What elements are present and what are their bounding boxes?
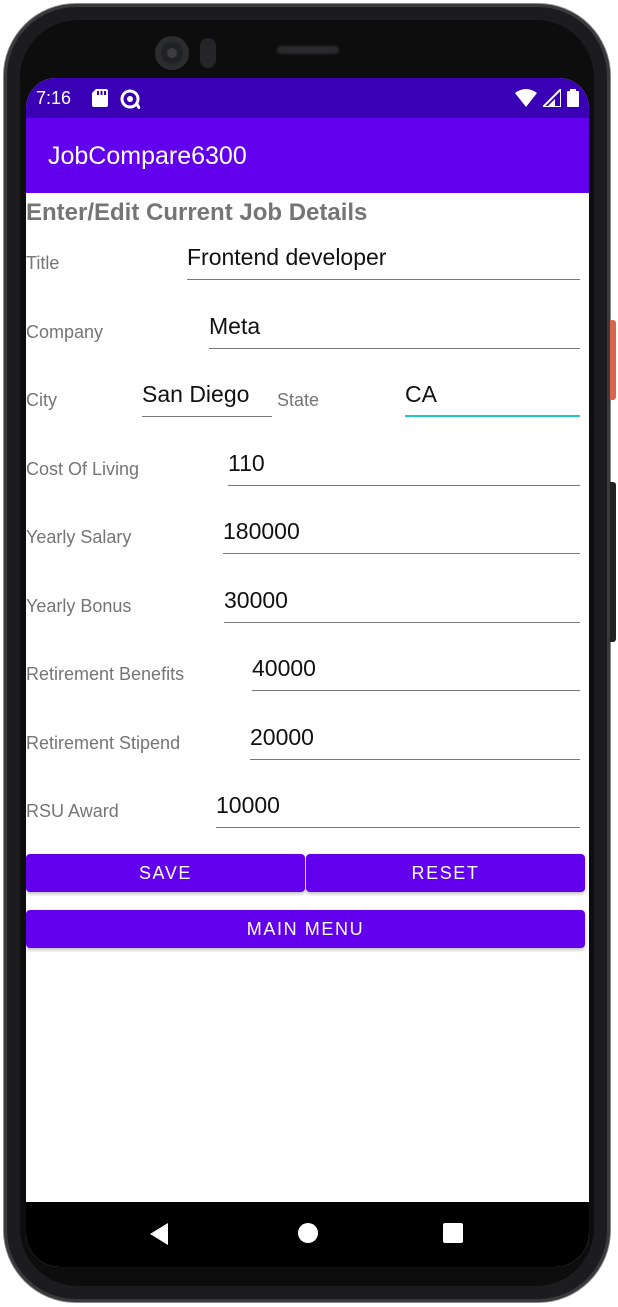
volume-button[interactable] <box>610 482 616 642</box>
front-camera <box>155 36 189 70</box>
back-icon[interactable] <box>150 1223 168 1245</box>
state-label: State <box>277 390 320 410</box>
app-bar: JobCompare6300 <box>26 118 589 193</box>
recent-apps-icon[interactable] <box>443 1223 463 1243</box>
company-input[interactable]: Meta <box>209 313 580 349</box>
cost-of-living-input[interactable]: 110 <box>228 450 580 486</box>
company-value: Meta <box>209 313 261 339</box>
city-label: City <box>26 390 57 410</box>
retirement-stipend-label: Retirement Stipend <box>26 733 181 753</box>
yearly-bonus-value: 30000 <box>224 587 288 613</box>
yearly-salary-label: Yearly Salary <box>26 527 132 547</box>
reset-button[interactable]: RESET <box>306 854 585 892</box>
status-bar: 7:16 <box>26 78 589 118</box>
title-input[interactable]: Frontend developer <box>187 244 580 280</box>
cost-of-living-label: Cost Of Living <box>26 459 140 479</box>
title-value: Frontend developer <box>187 244 387 270</box>
city-value: San Diego <box>142 381 250 407</box>
rsu-award-label: RSU Award <box>26 801 119 821</box>
screen: 7:16 JobCompare6300 Enter/Edit Current J… <box>26 78 589 1267</box>
retirement-benefits-value: 40000 <box>252 655 316 681</box>
status-icons-left <box>92 89 140 109</box>
status-time: 7:16 <box>36 88 72 108</box>
proximity-sensor <box>200 38 216 68</box>
navigation-bar <box>26 1202 589 1267</box>
main-menu-button[interactable]: MAIN MENU <box>26 910 585 948</box>
cost-of-living-value: 110 <box>228 450 265 476</box>
earpiece-speaker <box>276 45 340 55</box>
page-heading: Enter/Edit Current Job Details <box>26 199 368 226</box>
status-icons-right <box>515 89 579 107</box>
state-value: CA <box>405 381 437 407</box>
app-title: JobCompare6300 <box>48 142 247 170</box>
title-label: Title <box>26 253 60 273</box>
state-input[interactable]: CA <box>405 381 580 417</box>
power-button[interactable] <box>610 320 616 400</box>
yearly-salary-value: 180000 <box>223 518 300 544</box>
sd-card-icon <box>92 89 108 107</box>
retirement-benefits-label: Retirement Benefits <box>26 664 185 684</box>
retirement-stipend-input[interactable]: 20000 <box>250 724 580 760</box>
city-input[interactable]: San Diego <box>142 381 272 417</box>
yearly-bonus-input[interactable]: 30000 <box>224 587 580 623</box>
sync-icon <box>120 89 140 109</box>
signal-icon <box>543 89 561 107</box>
yearly-salary-input[interactable]: 180000 <box>223 518 580 554</box>
rsu-award-input[interactable]: 10000 <box>216 792 580 828</box>
retirement-benefits-input[interactable]: 40000 <box>252 655 580 691</box>
battery-icon <box>567 89 579 107</box>
rsu-award-value: 10000 <box>216 792 280 818</box>
home-icon[interactable] <box>298 1223 318 1243</box>
retirement-stipend-value: 20000 <box>250 724 314 750</box>
wifi-icon <box>515 89 537 107</box>
yearly-bonus-label: Yearly Bonus <box>26 596 132 616</box>
company-label: Company <box>26 322 104 342</box>
save-button[interactable]: SAVE <box>26 854 305 892</box>
